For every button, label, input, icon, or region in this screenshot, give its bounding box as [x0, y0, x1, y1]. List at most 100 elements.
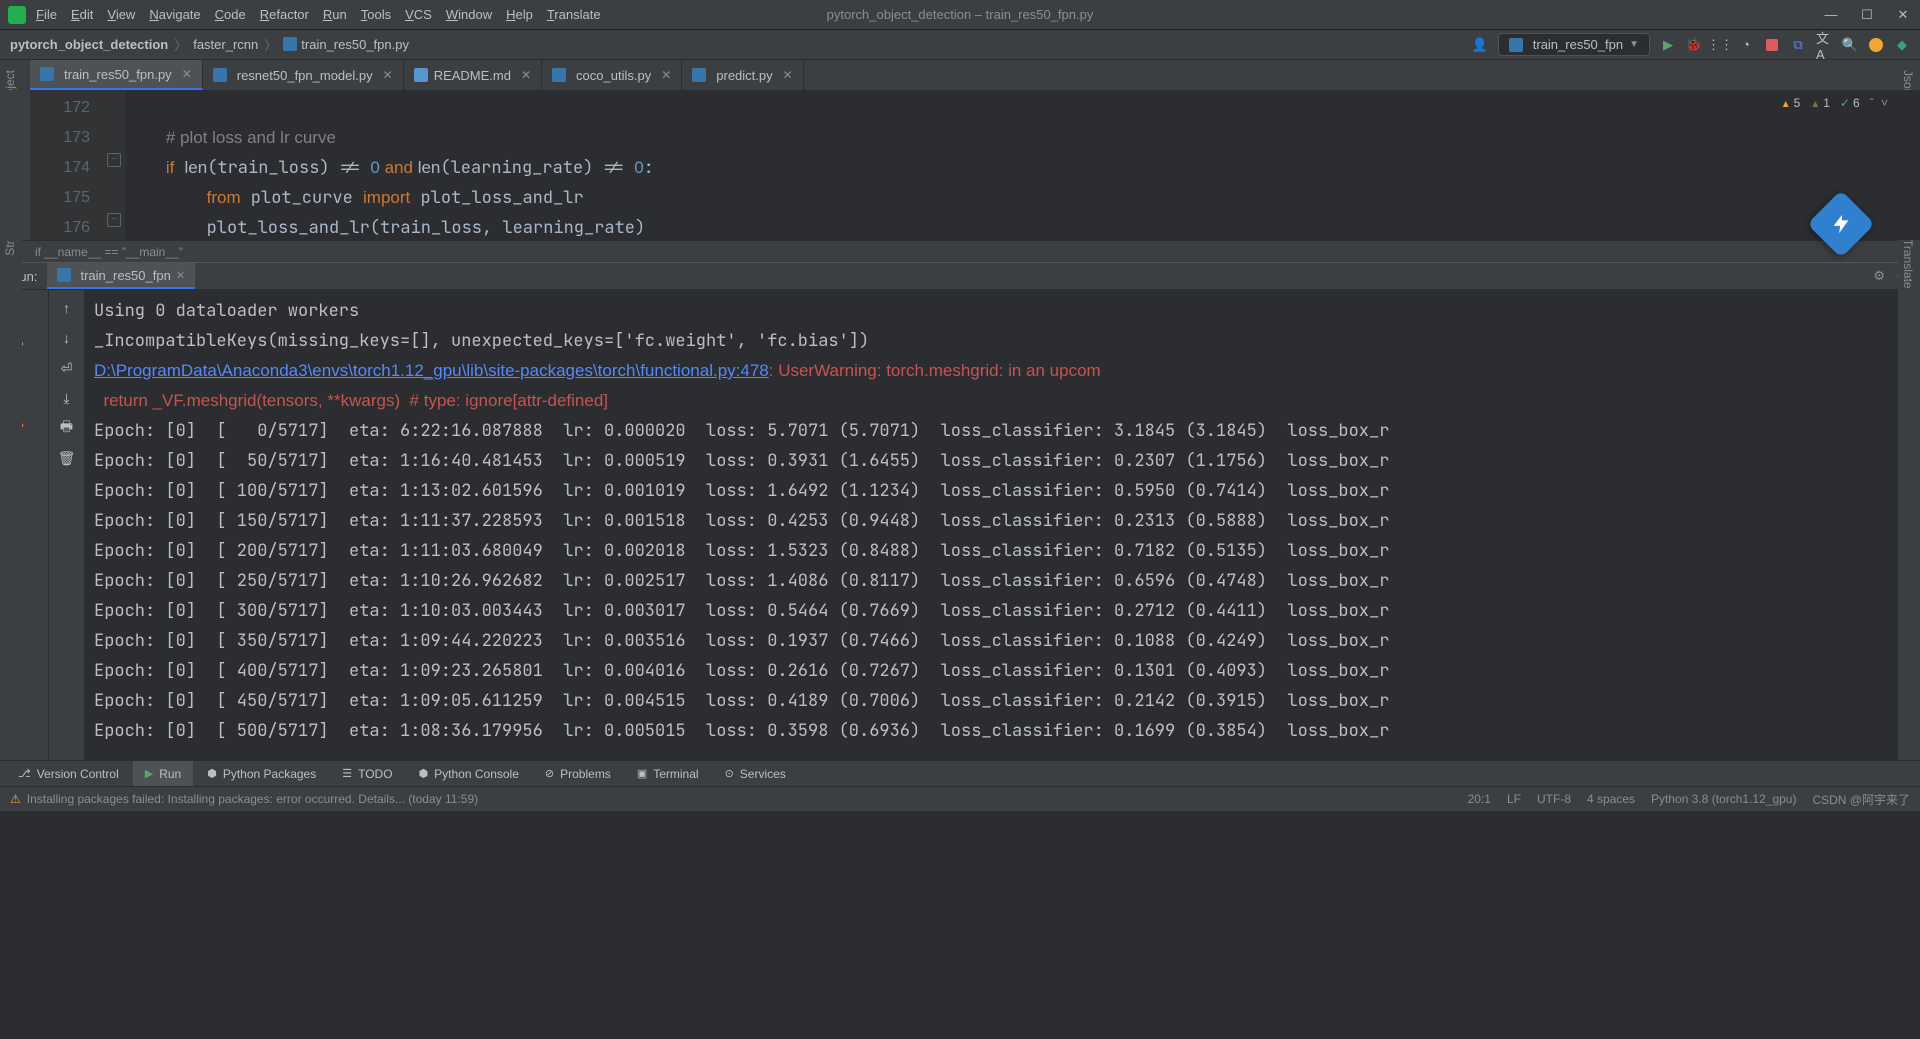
- menu-run[interactable]: Run: [323, 7, 347, 22]
- stop-button[interactable]: [1764, 37, 1780, 53]
- watermark: CSDN @阿宇来了: [1812, 791, 1910, 808]
- updates-icon[interactable]: [1868, 37, 1884, 53]
- crumb-sep: 〉: [264, 35, 277, 54]
- crumb-sep: 〉: [174, 35, 187, 54]
- bottom-tab-python-console[interactable]: ⬢Python Console: [407, 761, 531, 786]
- editor-tab[interactable]: train_res50_fpn.py✕: [30, 60, 203, 90]
- bottom-tab-terminal[interactable]: ▣ Terminal: [625, 761, 711, 786]
- inspection-nav[interactable]: ˆ ˅: [1870, 96, 1890, 110]
- print-button[interactable]: 🖶: [57, 418, 77, 438]
- bottom-tab-problems[interactable]: ⊘Problems: [533, 761, 623, 786]
- menu-navigate[interactable]: Navigate: [149, 7, 200, 22]
- editor-tab[interactable]: README.md ✕: [404, 60, 542, 90]
- code-area[interactable]: # plot loss and lr curve if len(train_lo…: [125, 90, 1920, 240]
- fold-marker[interactable]: −: [107, 213, 121, 227]
- up-button[interactable]: ↑: [57, 298, 77, 318]
- python-file-icon: [1509, 38, 1523, 52]
- minimize-button[interactable]: —: [1822, 7, 1840, 23]
- fold-marker[interactable]: −: [107, 153, 121, 167]
- down-button[interactable]: ↓: [57, 328, 77, 348]
- wrap-button[interactable]: ⏎: [57, 358, 77, 378]
- python-file-icon: [213, 68, 227, 82]
- scope-breadcrumb[interactable]: if __name__ == "__main__": [0, 240, 1920, 262]
- attach-button[interactable]: ⧉: [1790, 37, 1806, 53]
- menu-edit[interactable]: Edit: [71, 7, 93, 22]
- caret-position[interactable]: 20:1: [1468, 792, 1491, 806]
- bottom-tab-version-control[interactable]: ⎇Version Control: [6, 761, 131, 786]
- close-icon[interactable]: ✕: [661, 68, 671, 82]
- run-tab-label: train_res50_fpn: [80, 268, 170, 283]
- status-bar: ⚠ Installing packages failed: Installing…: [0, 786, 1920, 811]
- bottom-tab-python-packages[interactable]: ⬢Python Packages: [195, 761, 328, 786]
- crumb-file[interactable]: train_res50_fpn.py: [283, 37, 409, 52]
- editor-tab[interactable]: coco_utils.py✕: [542, 60, 682, 90]
- menu-view[interactable]: View: [107, 7, 135, 22]
- bottom-tab-services[interactable]: ⊙Services: [713, 761, 798, 786]
- run-config-selector[interactable]: train_res50_fpn ▼: [1498, 33, 1650, 56]
- close-icon[interactable]: ✕: [182, 67, 192, 81]
- file-encoding[interactable]: UTF-8: [1537, 792, 1571, 806]
- tab-label: Python Packages: [223, 767, 316, 781]
- toolbar-row: pytorch_object_detection 〉 faster_rcnn 〉…: [0, 30, 1920, 60]
- bottom-tab-todo[interactable]: ☰TODO: [330, 761, 404, 786]
- crumb-folder[interactable]: faster_rcnn: [193, 37, 258, 52]
- editor-tab[interactable]: resnet50_fpn_model.py ✕: [203, 60, 404, 90]
- indent-setting[interactable]: 4 spaces: [1587, 792, 1635, 806]
- python-file-icon: [552, 68, 566, 82]
- console-output[interactable]: Using 0 dataloader workers _Incompatible…: [84, 290, 1920, 760]
- translate-icon[interactable]: 文A: [1816, 37, 1832, 53]
- breadcrumb: pytorch_object_detection 〉 faster_rcnn 〉…: [10, 35, 409, 54]
- menu-help[interactable]: Help: [506, 7, 533, 22]
- menu-refactor[interactable]: Refactor: [260, 7, 309, 22]
- editor-tab-label: README.md: [434, 68, 511, 83]
- line-separator[interactable]: LF: [1507, 792, 1521, 806]
- bottom-tab-run[interactable]: ▶Run: [133, 761, 193, 786]
- editor[interactable]: 172173174175176 − − # plot loss and lr c…: [0, 90, 1920, 240]
- gear-icon[interactable]: ⚙: [1873, 268, 1885, 284]
- run-tab[interactable]: train_res50_fpn ✕: [47, 263, 195, 289]
- debug-button[interactable]: 🐞: [1686, 37, 1702, 53]
- menu-window[interactable]: Window: [446, 7, 492, 22]
- tab-icon: ⊘: [545, 767, 554, 780]
- editor-tab-label: resnet50_fpn_model.py: [237, 68, 373, 83]
- menu-vcs[interactable]: VCS: [405, 7, 432, 22]
- tab-label: Terminal: [653, 767, 698, 781]
- scroll-button[interactable]: ⤓: [57, 388, 77, 408]
- menu-translate[interactable]: Translate: [547, 7, 601, 22]
- menu-file[interactable]: File: [36, 7, 57, 22]
- tab-label: Services: [740, 767, 786, 781]
- add-user-icon[interactable]: 👤: [1472, 37, 1488, 53]
- menu-tools[interactable]: Tools: [361, 7, 391, 22]
- trash-button[interactable]: 🗑: [57, 448, 77, 468]
- codewithme-icon[interactable]: ◆: [1894, 37, 1910, 53]
- run-tool-header: Run: train_res50_fpn ✕ ⚙ —: [0, 262, 1920, 290]
- run-button[interactable]: ▶: [1660, 37, 1676, 53]
- editor-tabs: train_res50_fpn.py✕resnet50_fpn_model.py…: [0, 60, 1920, 90]
- close-icon[interactable]: ✕: [383, 68, 393, 82]
- line-number: 175: [30, 183, 90, 213]
- tab-label: Version Control: [37, 767, 119, 781]
- chevron-down-icon: ▼: [1629, 39, 1639, 50]
- python-interpreter[interactable]: Python 3.8 (torch1.12_gpu): [1651, 792, 1796, 806]
- crumb-project[interactable]: pytorch_object_detection: [10, 37, 168, 52]
- maximize-button[interactable]: ☐: [1858, 7, 1876, 23]
- close-icon[interactable]: ✕: [176, 269, 185, 282]
- close-icon[interactable]: ✕: [783, 68, 793, 82]
- search-icon[interactable]: 🔍: [1842, 37, 1858, 53]
- python-file-icon: [40, 67, 54, 81]
- tab-icon: ▣: [637, 767, 647, 780]
- inspection-summary[interactable]: 5 1 6 ˆ ˅: [1781, 96, 1890, 110]
- warnings-count[interactable]: 5: [1781, 96, 1801, 110]
- typos-count[interactable]: 6: [1840, 96, 1860, 110]
- status-message[interactable]: Installing packages failed: Installing p…: [27, 792, 478, 806]
- coverage-button[interactable]: ⋮⋮: [1712, 37, 1728, 53]
- editor-tab[interactable]: predict.py✕: [682, 60, 803, 90]
- profile-button[interactable]: ◔: [1738, 37, 1754, 53]
- close-icon[interactable]: ✕: [521, 68, 531, 82]
- run-config-label: train_res50_fpn: [1533, 37, 1623, 52]
- main-menu: File Edit View Navigate Code Refactor Run Tools…: [36, 7, 601, 22]
- line-number: 172: [30, 93, 90, 123]
- close-button[interactable]: ✕: [1894, 7, 1912, 23]
- menu-code[interactable]: Code: [215, 7, 246, 22]
- weak-warnings-count[interactable]: 1: [1810, 96, 1830, 110]
